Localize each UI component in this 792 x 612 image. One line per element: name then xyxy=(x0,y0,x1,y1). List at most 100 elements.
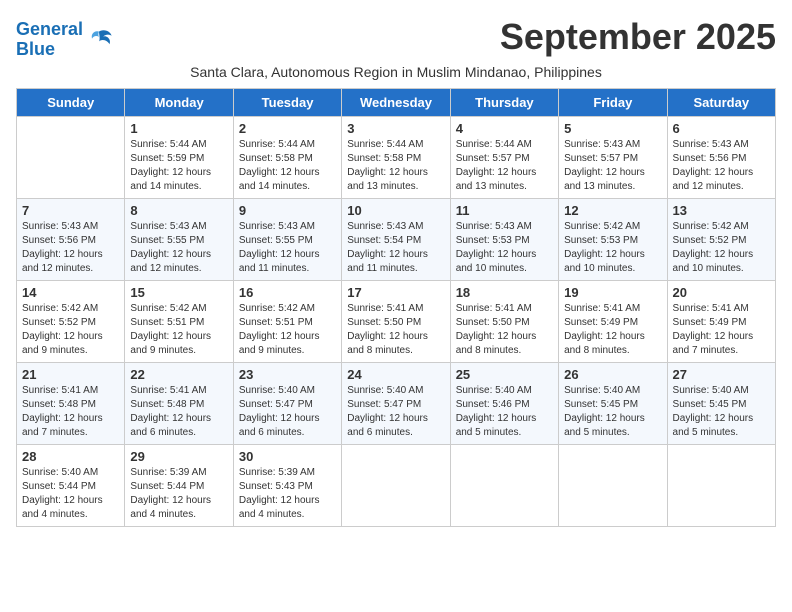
day-cell: 7 Sunrise: 5:43 AM Sunset: 5:56 PM Daylig… xyxy=(17,198,125,280)
day-cell: 22Sunrise: 5:41 AM Sunset: 5:48 PM Dayli… xyxy=(125,362,233,444)
day-cell: 12 Sunrise: 5:42 AM Sunset: 5:53 PM Dayli… xyxy=(559,198,667,280)
col-header-thursday: Thursday xyxy=(450,88,558,116)
day-cell: 16Sunrise: 5:42 AM Sunset: 5:51 PM Dayli… xyxy=(233,280,341,362)
day-cell: 3 Sunrise: 5:44 AM Sunset: 5:58 PM Daylig… xyxy=(342,116,450,198)
day-cell: 2 Sunrise: 5:44 AM Sunset: 5:58 PM Daylig… xyxy=(233,116,341,198)
day-info: Sunrise: 5:43 AM Sunset: 5:53 PM Dayligh… xyxy=(456,220,553,276)
week-row-5: 28 Sunrise: 5:40 AM Sunset: 5:44 PM Dayli… xyxy=(17,444,776,526)
col-header-saturday: Saturday xyxy=(667,88,775,116)
day-cell: 24 Sunrise: 5:40 AM Sunset: 5:47 PM Dayli… xyxy=(342,362,450,444)
day-cell xyxy=(559,444,667,526)
calendar-table: SundayMondayTuesdayWednesdayThursdayFrid… xyxy=(16,88,776,527)
day-cell: 4 Sunrise: 5:44 AM Sunset: 5:57 PM Daylig… xyxy=(450,116,558,198)
day-number: 28 xyxy=(22,449,119,464)
subtitle: Santa Clara, Autonomous Region in Muslim… xyxy=(16,64,776,80)
day-cell: 20 Sunrise: 5:41 AM Sunset: 5:49 PM Dayli… xyxy=(667,280,775,362)
day-cell: 25Sunrise: 5:40 AM Sunset: 5:46 PM Dayli… xyxy=(450,362,558,444)
day-info: Sunrise: 5:41 AM Sunset: 5:49 PM Dayligh… xyxy=(673,302,770,358)
day-info: Sunrise: 5:42 AM Sunset: 5:53 PM Dayligh… xyxy=(564,220,661,276)
day-number: 21 xyxy=(22,367,119,382)
day-info: Sunrise: 5:40 AM Sunset: 5:44 PM Dayligh… xyxy=(22,466,119,522)
day-info: Sunrise: 5:44 AM Sunset: 5:57 PM Dayligh… xyxy=(456,138,553,194)
day-cell: 1 Sunrise: 5:44 AM Sunset: 5:59 PM Daylig… xyxy=(125,116,233,198)
day-number: 8 xyxy=(130,203,227,218)
day-cell: 27Sunrise: 5:40 AM Sunset: 5:45 PM Dayli… xyxy=(667,362,775,444)
day-number: 19 xyxy=(564,285,661,300)
day-info: Sunrise: 5:43 AM Sunset: 5:57 PM Dayligh… xyxy=(564,138,661,194)
day-info: Sunrise: 5:44 AM Sunset: 5:58 PM Dayligh… xyxy=(239,138,336,194)
day-number: 1 xyxy=(130,121,227,136)
day-number: 22 xyxy=(130,367,227,382)
day-number: 20 xyxy=(673,285,770,300)
day-number: 12 xyxy=(564,203,661,218)
day-number: 29 xyxy=(130,449,227,464)
day-info: Sunrise: 5:42 AM Sunset: 5:52 PM Dayligh… xyxy=(22,302,119,358)
header-row: SundayMondayTuesdayWednesdayThursdayFrid… xyxy=(17,88,776,116)
day-number: 30 xyxy=(239,449,336,464)
week-row-1: 1 Sunrise: 5:44 AM Sunset: 5:59 PM Daylig… xyxy=(17,116,776,198)
day-cell: 23 Sunrise: 5:40 AM Sunset: 5:47 PM Dayli… xyxy=(233,362,341,444)
col-header-monday: Monday xyxy=(125,88,233,116)
day-number: 6 xyxy=(673,121,770,136)
day-number: 18 xyxy=(456,285,553,300)
day-number: 26 xyxy=(564,367,661,382)
day-info: Sunrise: 5:42 AM Sunset: 5:52 PM Dayligh… xyxy=(673,220,770,276)
day-info: Sunrise: 5:39 AM Sunset: 5:43 PM Dayligh… xyxy=(239,466,336,522)
day-cell: 28 Sunrise: 5:40 AM Sunset: 5:44 PM Dayli… xyxy=(17,444,125,526)
day-cell: 19 Sunrise: 5:41 AM Sunset: 5:49 PM Dayli… xyxy=(559,280,667,362)
day-info: Sunrise: 5:41 AM Sunset: 5:49 PM Dayligh… xyxy=(564,302,661,358)
day-cell xyxy=(450,444,558,526)
day-number: 25 xyxy=(456,367,553,382)
day-cell: 18 Sunrise: 5:41 AM Sunset: 5:50 PM Dayli… xyxy=(450,280,558,362)
day-info: Sunrise: 5:42 AM Sunset: 5:51 PM Dayligh… xyxy=(130,302,227,358)
day-cell xyxy=(17,116,125,198)
day-info: Sunrise: 5:40 AM Sunset: 5:47 PM Dayligh… xyxy=(239,384,336,440)
day-number: 4 xyxy=(456,121,553,136)
day-cell xyxy=(667,444,775,526)
logo: General Blue xyxy=(16,20,113,60)
day-info: Sunrise: 5:43 AM Sunset: 5:55 PM Dayligh… xyxy=(239,220,336,276)
day-cell: 13 Sunrise: 5:42 AM Sunset: 5:52 PM Dayli… xyxy=(667,198,775,280)
day-info: Sunrise: 5:40 AM Sunset: 5:47 PM Dayligh… xyxy=(347,384,444,440)
day-info: Sunrise: 5:40 AM Sunset: 5:45 PM Dayligh… xyxy=(564,384,661,440)
day-info: Sunrise: 5:43 AM Sunset: 5:56 PM Dayligh… xyxy=(22,220,119,276)
day-info: Sunrise: 5:42 AM Sunset: 5:51 PM Dayligh… xyxy=(239,302,336,358)
logo-line1: General xyxy=(16,19,83,39)
day-number: 23 xyxy=(239,367,336,382)
day-info: Sunrise: 5:43 AM Sunset: 5:56 PM Dayligh… xyxy=(673,138,770,194)
week-row-4: 21Sunrise: 5:41 AM Sunset: 5:48 PM Dayli… xyxy=(17,362,776,444)
day-cell: 26 Sunrise: 5:40 AM Sunset: 5:45 PM Dayli… xyxy=(559,362,667,444)
day-number: 27 xyxy=(673,367,770,382)
month-title: September 2025 xyxy=(500,16,776,58)
col-header-wednesday: Wednesday xyxy=(342,88,450,116)
day-number: 9 xyxy=(239,203,336,218)
day-info: Sunrise: 5:41 AM Sunset: 5:50 PM Dayligh… xyxy=(456,302,553,358)
day-number: 15 xyxy=(130,285,227,300)
day-cell: 15 Sunrise: 5:42 AM Sunset: 5:51 PM Dayli… xyxy=(125,280,233,362)
day-cell: 30 Sunrise: 5:39 AM Sunset: 5:43 PM Dayli… xyxy=(233,444,341,526)
day-cell: 29Sunrise: 5:39 AM Sunset: 5:44 PM Dayli… xyxy=(125,444,233,526)
day-number: 10 xyxy=(347,203,444,218)
col-header-friday: Friday xyxy=(559,88,667,116)
week-row-3: 14Sunrise: 5:42 AM Sunset: 5:52 PM Dayli… xyxy=(17,280,776,362)
logo-bird-icon xyxy=(85,26,113,54)
logo-line2: Blue xyxy=(16,39,55,59)
day-cell: 9 Sunrise: 5:43 AM Sunset: 5:55 PM Daylig… xyxy=(233,198,341,280)
col-header-sunday: Sunday xyxy=(17,88,125,116)
day-info: Sunrise: 5:41 AM Sunset: 5:50 PM Dayligh… xyxy=(347,302,444,358)
week-row-2: 7 Sunrise: 5:43 AM Sunset: 5:56 PM Daylig… xyxy=(17,198,776,280)
day-info: Sunrise: 5:43 AM Sunset: 5:54 PM Dayligh… xyxy=(347,220,444,276)
day-cell: 8 Sunrise: 5:43 AM Sunset: 5:55 PM Daylig… xyxy=(125,198,233,280)
day-number: 5 xyxy=(564,121,661,136)
day-number: 7 xyxy=(22,203,119,218)
day-number: 17 xyxy=(347,285,444,300)
day-info: Sunrise: 5:43 AM Sunset: 5:55 PM Dayligh… xyxy=(130,220,227,276)
day-number: 3 xyxy=(347,121,444,136)
day-cell: 6 Sunrise: 5:43 AM Sunset: 5:56 PM Daylig… xyxy=(667,116,775,198)
day-number: 24 xyxy=(347,367,444,382)
day-info: Sunrise: 5:44 AM Sunset: 5:58 PM Dayligh… xyxy=(347,138,444,194)
day-number: 2 xyxy=(239,121,336,136)
day-info: Sunrise: 5:44 AM Sunset: 5:59 PM Dayligh… xyxy=(130,138,227,194)
day-number: 13 xyxy=(673,203,770,218)
day-cell: 10 Sunrise: 5:43 AM Sunset: 5:54 PM Dayli… xyxy=(342,198,450,280)
